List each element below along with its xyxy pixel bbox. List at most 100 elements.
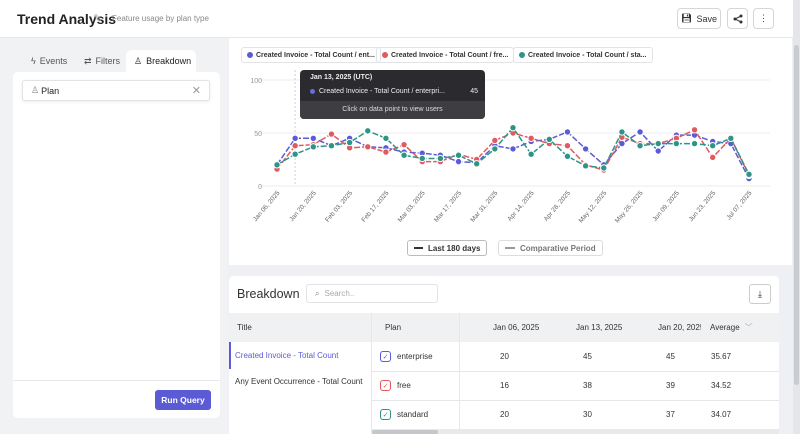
value-cell: 38 xyxy=(583,381,592,390)
divider xyxy=(371,371,779,372)
chevron-down-icon: ﹀ xyxy=(744,323,753,332)
data-point[interactable] xyxy=(400,140,408,149)
data-point[interactable] xyxy=(382,134,390,143)
data-point[interactable] xyxy=(436,154,445,163)
data-point[interactable] xyxy=(563,152,572,161)
chart-tooltip: Jan 13, 2025 (UTC) Created Invoice - Tot… xyxy=(300,70,485,119)
event-list-item-selected[interactable]: Created Invoice - Total Count xyxy=(235,341,338,370)
value-cell: 16 xyxy=(500,381,509,390)
plan-cell-enterprise[interactable]: ✓ enterprise xyxy=(380,342,433,371)
value-cell: 45 xyxy=(583,352,592,361)
selected-indicator xyxy=(229,342,231,369)
value-cell: 37 xyxy=(666,410,675,419)
data-point[interactable] xyxy=(618,128,626,136)
legend-current-period[interactable]: Last 180 days xyxy=(407,240,488,256)
table-scrollbar-thumb[interactable] xyxy=(372,430,438,434)
event-list-item[interactable]: Any Event Occurrence - Total Count xyxy=(235,367,362,396)
data-point[interactable] xyxy=(636,142,644,150)
checkbox-checked-icon[interactable]: ✓ xyxy=(380,409,391,420)
data-point[interactable] xyxy=(382,148,390,156)
value-cell: 45 xyxy=(666,352,675,361)
data-point[interactable] xyxy=(491,136,499,145)
data-point[interactable] xyxy=(509,124,517,132)
data-point[interactable] xyxy=(563,142,572,150)
data-point[interactable] xyxy=(309,134,318,143)
y-tick-label: 50 xyxy=(254,131,262,138)
data-point[interactable] xyxy=(345,138,354,147)
data-point[interactable] xyxy=(527,134,535,143)
data-point[interactable] xyxy=(581,162,590,170)
data-point[interactable] xyxy=(581,145,590,153)
divider xyxy=(13,380,220,381)
column-header-date[interactable]: Jan 13, 2025 xyxy=(576,313,622,342)
data-point[interactable] xyxy=(600,164,608,172)
data-point[interactable] xyxy=(654,139,662,148)
dashed-line-icon xyxy=(505,247,515,249)
data-point[interactable] xyxy=(708,142,717,150)
data-point[interactable] xyxy=(454,157,463,166)
y-tick-label: 100 xyxy=(250,78,262,85)
data-point[interactable] xyxy=(745,170,753,179)
y-tick-label: 0 xyxy=(258,184,262,191)
x-tick-label: Apr 28, 2025 xyxy=(543,190,573,223)
data-point[interactable] xyxy=(509,145,517,153)
average-cell: 34.52 xyxy=(711,381,732,390)
data-point[interactable] xyxy=(291,150,299,158)
plan-cell-free[interactable]: ✓ free xyxy=(380,371,411,400)
x-tick-label: Jul 07, 2025 xyxy=(725,189,753,221)
data-point[interactable] xyxy=(364,127,372,135)
run-query-button[interactable]: Run Query xyxy=(155,390,211,410)
data-point[interactable] xyxy=(400,151,408,159)
data-point[interactable] xyxy=(727,134,735,143)
data-point[interactable] xyxy=(291,142,299,150)
data-point[interactable] xyxy=(563,128,572,136)
column-header-average[interactable]: Average ﹀ xyxy=(710,313,753,342)
line-chart: 0 50 100 Jan 06, 2025 Jan 20, 2025 Feb 03, 20… xyxy=(250,70,770,224)
checkbox-checked-icon[interactable]: ✓ xyxy=(380,351,391,362)
tooltip-date: Jan 13, 2025 (UTC) xyxy=(310,74,373,81)
value-cell: 39 xyxy=(666,381,675,390)
tooltip-value: 45 xyxy=(470,88,478,95)
value-cell: 20 xyxy=(500,410,509,419)
data-point[interactable] xyxy=(418,154,426,163)
data-point[interactable] xyxy=(690,126,699,134)
data-point[interactable] xyxy=(273,161,281,169)
column-header-title: Title xyxy=(237,323,252,332)
tooltip-hint: Click on data point to view users xyxy=(300,101,485,119)
column-header-plan: Plan xyxy=(385,323,402,332)
x-tick-label: Jan 20, 2025 xyxy=(288,189,318,223)
column-header-date[interactable]: Jan 06, 2025 xyxy=(493,313,539,342)
data-point[interactable] xyxy=(636,128,644,136)
data-point[interactable] xyxy=(654,147,662,155)
x-tick-label: Feb 03, 2025 xyxy=(324,189,354,223)
data-point[interactable] xyxy=(327,130,336,138)
x-tick-label: Mar 17, 2025 xyxy=(433,189,463,223)
series-dot xyxy=(310,89,315,94)
average-cell: 34.07 xyxy=(711,410,732,419)
legend-comparative-period[interactable]: Comparative Period xyxy=(498,240,603,256)
plan-cell-standard[interactable]: ✓ standard xyxy=(380,400,428,429)
data-point[interactable] xyxy=(454,151,463,159)
download-button[interactable]: ⤓ xyxy=(749,284,771,304)
data-point[interactable] xyxy=(672,139,681,148)
breakdown-search-input[interactable]: ⌕ Search.. xyxy=(306,284,438,303)
checkbox-checked-icon[interactable]: ✓ xyxy=(380,380,391,391)
data-point[interactable] xyxy=(327,142,336,150)
divider xyxy=(371,400,779,401)
data-point[interactable] xyxy=(545,135,554,144)
x-tick-label: Jun 09, 2025 xyxy=(651,189,681,223)
data-point[interactable] xyxy=(291,134,299,143)
download-icon: ⤓ xyxy=(758,288,762,299)
column-header-date[interactable]: Jan 20, 2025 xyxy=(658,313,701,342)
search-icon: ⌕ xyxy=(315,288,320,298)
data-point[interactable] xyxy=(491,145,499,153)
x-tick-label: Feb 17, 2025 xyxy=(360,189,390,223)
data-point[interactable] xyxy=(309,143,318,151)
data-point[interactable] xyxy=(472,160,481,168)
data-point[interactable] xyxy=(364,143,372,151)
data-point[interactable] xyxy=(690,139,699,148)
data-point[interactable] xyxy=(708,153,717,162)
data-point[interactable] xyxy=(527,150,535,158)
tooltip-series: Created Invoice - Total Count / enterpri… xyxy=(319,88,445,95)
x-tick-label: Apr 14, 2025 xyxy=(506,190,536,223)
